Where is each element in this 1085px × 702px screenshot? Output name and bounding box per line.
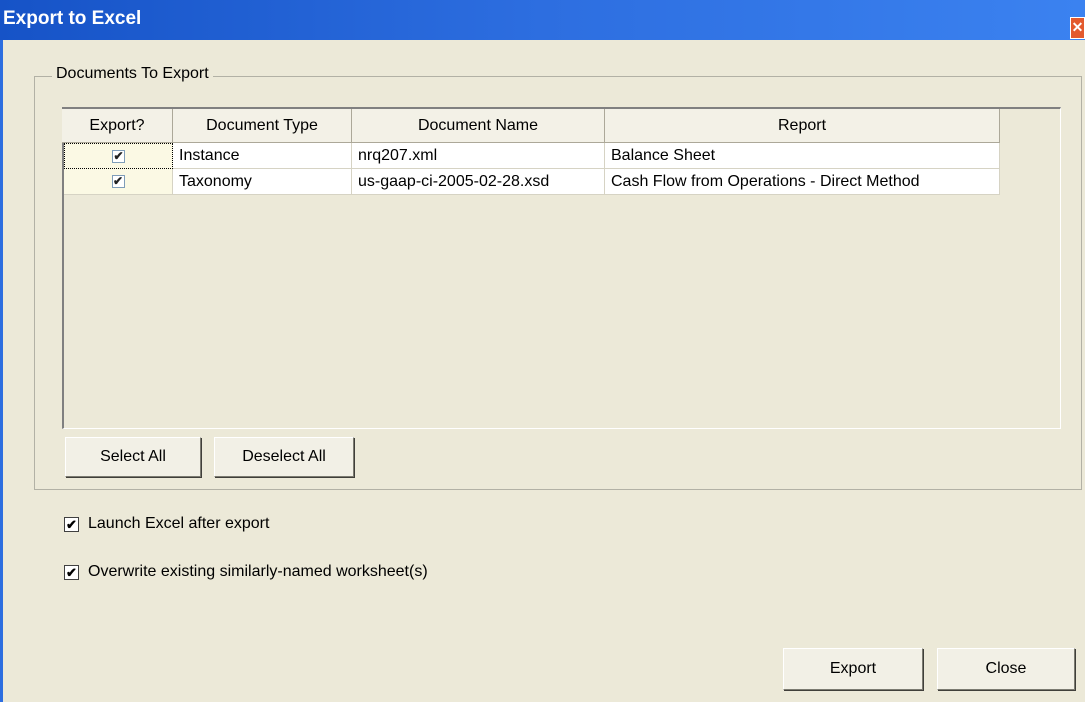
report-cell[interactable]: Cash Flow from Operations - Direct Metho… xyxy=(605,169,1000,195)
launch-excel-option[interactable]: ✔ Launch Excel after export xyxy=(64,515,269,533)
grid-header: Export? Document Type Document Name Repo… xyxy=(62,109,1000,143)
document-name-cell[interactable]: us-gaap-ci-2005-02-28.xsd xyxy=(352,169,605,195)
window-title: Export to Excel xyxy=(3,8,142,29)
column-header-export[interactable]: Export? xyxy=(62,109,173,143)
export-checkbox[interactable]: ✔ xyxy=(111,175,125,188)
document-type-cell[interactable]: Instance xyxy=(173,143,352,169)
table-row[interactable]: ✔ Instance nrq207.xml Balance Sheet xyxy=(64,143,1000,169)
export-button[interactable]: Export xyxy=(783,648,923,690)
column-header-document-name[interactable]: Document Name xyxy=(352,109,605,143)
export-checkbox-cell[interactable]: ✔ xyxy=(64,169,173,195)
window-left-border xyxy=(0,40,3,702)
document-type-cell[interactable]: Taxonomy xyxy=(173,169,352,195)
close-button[interactable]: Close xyxy=(937,648,1075,690)
select-all-button[interactable]: Select All xyxy=(65,437,201,477)
overwrite-label[interactable]: Overwrite existing similarly-named works… xyxy=(88,563,428,581)
export-checkbox[interactable]: ✔ xyxy=(112,149,125,163)
launch-excel-checkbox[interactable]: ✔ xyxy=(64,516,79,532)
table-row[interactable]: ✔ Taxonomy us-gaap-ci-2005-02-28.xsd Cas… xyxy=(64,169,1000,195)
overwrite-option[interactable]: ✔ Overwrite existing similarly-named wor… xyxy=(64,563,428,581)
overwrite-checkbox[interactable]: ✔ xyxy=(64,564,79,580)
report-cell[interactable]: Balance Sheet xyxy=(605,143,1000,169)
title-bar: Export to Excel ✕ xyxy=(0,0,1085,40)
column-header-document-type[interactable]: Document Type xyxy=(173,109,352,143)
launch-excel-label[interactable]: Launch Excel after export xyxy=(88,515,269,533)
export-checkbox-cell[interactable]: ✔ xyxy=(64,143,173,169)
column-header-report[interactable]: Report xyxy=(605,109,1000,143)
document-name-cell[interactable]: nrq207.xml xyxy=(352,143,605,169)
close-window-icon[interactable]: ✕ xyxy=(1070,17,1085,39)
export-to-excel-dialog: Export to Excel ✕ Documents To Export Ex… xyxy=(0,0,1085,702)
documents-group-legend: Documents To Export xyxy=(52,65,213,83)
deselect-all-button[interactable]: Deselect All xyxy=(214,437,354,477)
